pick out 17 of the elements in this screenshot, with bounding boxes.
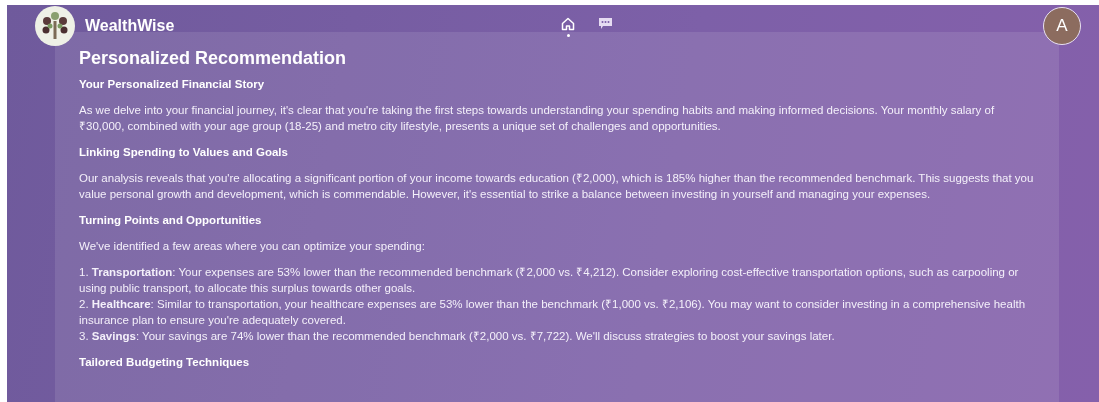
home-nav-button[interactable] — [560, 15, 577, 37]
home-icon — [560, 15, 577, 32]
section-heading: Your Personalized Financial Story — [79, 77, 266, 92]
brand-name: WealthWise — [85, 17, 175, 35]
paragraph: We've identified a few areas where you can optimize your spending: — [79, 239, 426, 254]
list-item: 2. Healthcare: Similar to transportation, your healthcare expenses are 53% lower than the benchmark (₹1,000 vs. ₹2,106). You may want to consider investing in a comprehensive health insurance plan to ensure you're adequately covered. — [79, 297, 1027, 328]
section-heading: Linking Spending to Values and Goals — [79, 145, 289, 160]
user-avatar[interactable]: A — [1043, 7, 1081, 45]
chat-icon — [598, 17, 614, 30]
list-item: 3. Savings: Your savings are 74% lower than the recommended benchmark (₹2,000 vs. ₹7,722). We'll discuss strategies to boost your savings later. — [79, 329, 836, 344]
paragraph: As we delve into your financial journey, it's clear that you're taking the first steps towards understanding your spending habits and making informed decisions. Your monthly salary of ₹30,000, combined with your age group (18-25) and metro city lifestyle, presents a unique set of challenges and opportunities. — [79, 103, 996, 134]
list-item: 1. Transportation: Your expenses are 53% lower than the recommended benchmark (₹2,000 vs. ₹4,212). Consider exploring cost-effective transportation options, such as carpooling or using public transport, to allocate this surplus towards other goals. — [79, 265, 1020, 296]
paragraph: Our analysis reveals that you're allocating a significant portion of your income towards education (₹2,000), which is 185% higher than the recommended benchmark. This suggests that you value personal growth and development, which is commendable. However, it's essential to strike a balance between investing in yourself and managing your expenses. — [79, 171, 1035, 202]
section-heading: Turning Points and Opportunities — [79, 213, 263, 228]
tree-logo-icon — [35, 6, 75, 46]
page-title: Personalized Recommendation — [79, 47, 348, 69]
section-heading: Tailored Budgeting Techniques — [79, 355, 251, 370]
